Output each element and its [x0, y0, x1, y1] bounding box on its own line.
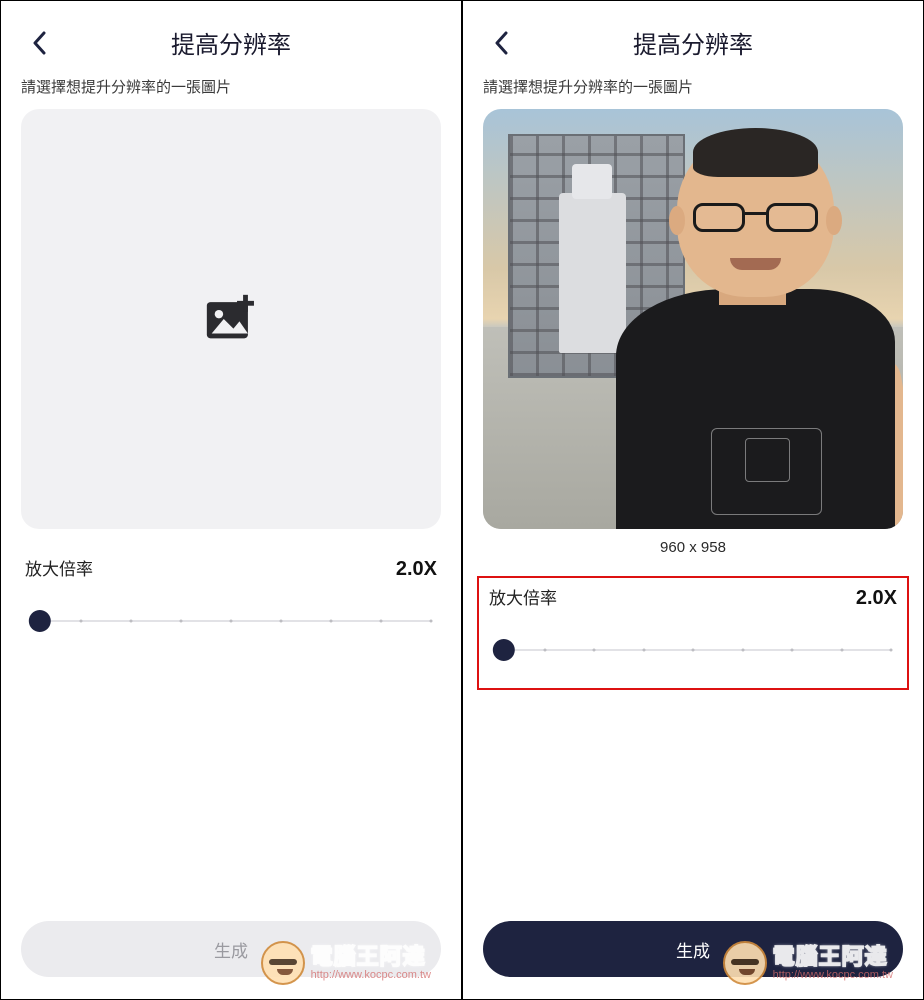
slider-tick: [642, 649, 645, 652]
slider-tick: [180, 620, 183, 623]
header: 提高分辨率: [1, 1, 461, 76]
generate-button[interactable]: 生成: [21, 921, 441, 977]
slider-tick: [130, 620, 133, 623]
slider-tick: [330, 620, 333, 623]
image-dimensions: 960 x 958: [463, 539, 923, 556]
instruction-text: 請選擇想提升分辨率的一張圖片: [463, 76, 923, 109]
zoom-value: 2.0X: [856, 587, 897, 610]
slider-tick: [741, 649, 744, 652]
screen-right: 提高分辨率 請選擇想提升分辨率的一張圖片: [462, 0, 924, 1000]
zoom-section: 放大倍率 2.0X: [15, 549, 447, 659]
page-title: 提高分辨率: [21, 25, 441, 60]
slider-tick: [692, 649, 695, 652]
image-picker-empty[interactable]: [21, 109, 441, 529]
zoom-value: 2.0X: [396, 558, 437, 581]
selected-image: [483, 109, 903, 529]
image-preview[interactable]: [483, 109, 903, 529]
zoom-slider[interactable]: [31, 609, 431, 633]
generate-button[interactable]: 生成: [483, 921, 903, 977]
slider-tick: [80, 620, 83, 623]
chevron-left-icon: [32, 31, 46, 55]
slider-tick: [543, 649, 546, 652]
zoom-label: 放大倍率: [25, 555, 93, 580]
slider-tick: [791, 649, 794, 652]
zoom-slider[interactable]: [495, 638, 891, 662]
zoom-section-highlighted: 放大倍率 2.0X: [477, 576, 909, 690]
zoom-row: 放大倍率 2.0X: [21, 555, 441, 581]
slider-tick: [593, 649, 596, 652]
back-button[interactable]: [25, 29, 53, 57]
add-image-icon: [202, 290, 260, 348]
zoom-row: 放大倍率 2.0X: [485, 584, 901, 610]
slider-thumb[interactable]: [29, 610, 51, 632]
screen-left: 提高分辨率 請選擇想提升分辨率的一張圖片 放大倍率 2.0X: [0, 0, 462, 1000]
instruction-text: 請選擇想提升分辨率的一張圖片: [1, 76, 461, 109]
slider-thumb[interactable]: [493, 639, 515, 661]
chevron-left-icon: [494, 31, 508, 55]
header: 提高分辨率: [463, 1, 923, 76]
back-button[interactable]: [487, 29, 515, 57]
slider-tick: [430, 620, 433, 623]
footer: 生成 電腦王阿達 http://www.kocpc.com.tw: [463, 921, 923, 999]
footer: 生成 電腦王阿達 http://www.kocpc.com.tw: [1, 921, 461, 999]
page-title: 提高分辨率: [483, 25, 903, 60]
slider-tick: [230, 620, 233, 623]
zoom-label: 放大倍率: [489, 584, 557, 609]
slider-tick: [280, 620, 283, 623]
slider-tick: [840, 649, 843, 652]
slider-tick: [890, 649, 893, 652]
slider-tick: [380, 620, 383, 623]
